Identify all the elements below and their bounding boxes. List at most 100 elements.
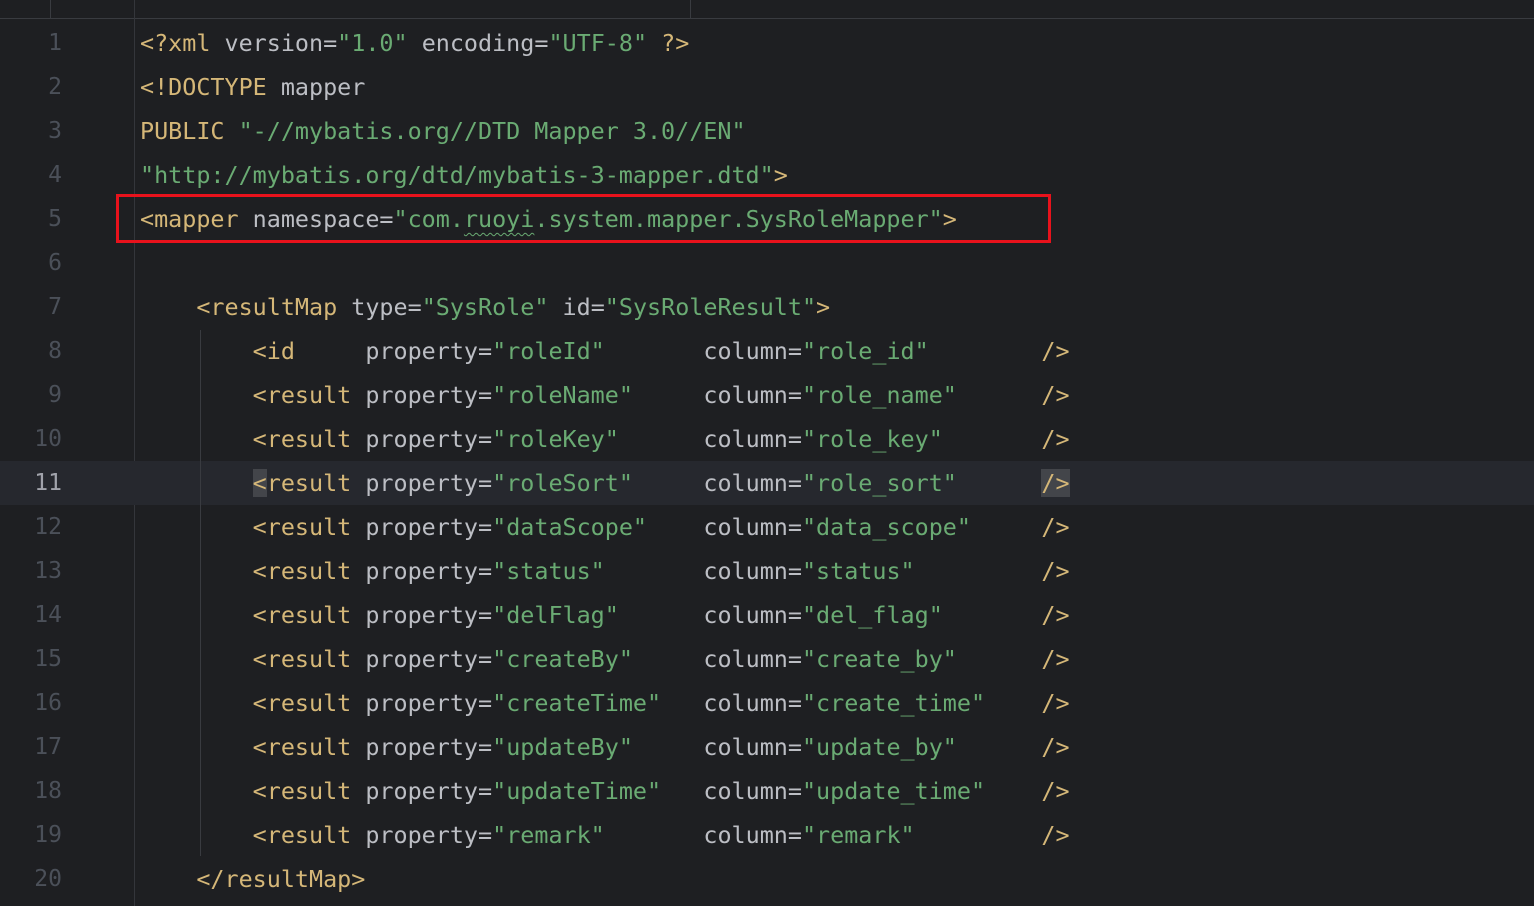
line-content[interactable]: <result property="updateTime" column="up…: [140, 769, 1070, 813]
token-val: "role_key": [801, 425, 1042, 453]
line-content[interactable]: <result property="createTime" column="cr…: [140, 681, 1070, 725]
token-val: "status": [492, 557, 704, 585]
code-line[interactable]: 16 <result property="createTime" column=…: [0, 681, 1534, 725]
line-content[interactable]: <!DOCTYPE mapper: [140, 65, 365, 109]
line-number[interactable]: 12: [0, 505, 62, 549]
line-number[interactable]: 16: [0, 681, 62, 725]
line-content[interactable]: <id property="roleId" column="role_id" /…: [140, 329, 1070, 373]
line-number[interactable]: 20: [0, 857, 62, 901]
code-line[interactable]: 17 <result property="updateBy" column="u…: [0, 725, 1534, 769]
line-number[interactable]: 7: [0, 285, 62, 329]
token-attr: version: [224, 29, 324, 57]
code-line[interactable]: 19 <result property="remark" column="rem…: [0, 813, 1534, 857]
token-txt: =: [787, 557, 802, 585]
token-tagh: <: [252, 469, 267, 497]
token-val: "data_scope": [801, 513, 1042, 541]
token-tag: <result: [252, 777, 366, 805]
code-line[interactable]: 9 <result property="roleName" column="ro…: [0, 373, 1534, 417]
line-number[interactable]: 17: [0, 725, 62, 769]
line-content[interactable]: <result property="delFlag" column="del_f…: [140, 593, 1070, 637]
line-content[interactable]: <resultMap type="SysRole" id="SysRoleRes…: [140, 285, 830, 329]
line-number[interactable]: 19: [0, 813, 62, 857]
code-line[interactable]: 12 <result property="dataScope" column="…: [0, 505, 1534, 549]
line-number[interactable]: 15: [0, 637, 62, 681]
line-content[interactable]: <result property="remark" column="remark…: [140, 813, 1070, 857]
token-tag: <!DOCTYPE: [140, 73, 281, 101]
line-number[interactable]: 3: [0, 109, 62, 153]
token-val: "SysRoleResult": [604, 293, 817, 321]
code-line[interactable]: 8 <id property="roleId" column="role_id"…: [0, 329, 1534, 373]
code-line[interactable]: 10 <result property="roleKey" column="ro…: [0, 417, 1534, 461]
line-content[interactable]: <result property="roleName" column="role…: [140, 373, 1070, 417]
code-line[interactable]: 1 <?xml version="1.0" encoding="UTF-8" ?>: [0, 21, 1534, 65]
token-tag: />: [1041, 733, 1070, 761]
line-content[interactable]: "http://mybatis.org/dtd/mybatis-3-mapper…: [140, 153, 788, 197]
token-txt: =: [478, 777, 493, 805]
token-val: "role_id": [801, 337, 1042, 365]
line-number[interactable]: 13: [0, 549, 62, 593]
line-number[interactable]: 2: [0, 65, 62, 109]
code-line[interactable]: 15 <result property="createBy" column="c…: [0, 637, 1534, 681]
code-line[interactable]: 3 PUBLIC "-//mybatis.org//DTD Mapper 3.0/…: [0, 109, 1534, 153]
code-line[interactable]: 13 <result property="status" column="sta…: [0, 549, 1534, 593]
line-content[interactable]: <result property="updateBy" column="upda…: [140, 725, 1070, 769]
token-attr: column: [703, 513, 788, 541]
token-val: .system.mapper.SysRoleMapper": [534, 205, 943, 233]
code-line[interactable]: 18 <result property="updateTime" column=…: [0, 769, 1534, 813]
line-content[interactable]: <result property="roleSort" column="role…: [140, 461, 1070, 505]
token-txt: =: [478, 513, 493, 541]
token-txt: =: [478, 557, 493, 585]
token-tag: <result: [252, 689, 366, 717]
code-line[interactable]: 7 <resultMap type="SysRole" id="SysRoleR…: [0, 285, 1534, 329]
line-content[interactable]: <?xml version="1.0" encoding="UTF-8" ?>: [140, 21, 689, 65]
token-val: "updateTime": [492, 777, 704, 805]
line-content[interactable]: <result property="status" column="status…: [140, 549, 1070, 593]
token-tag: >: [816, 293, 831, 321]
code-line[interactable]: 11 <result property="roleSort" column="r…: [0, 461, 1534, 505]
token-attr: namespace: [252, 205, 380, 233]
token-attr: id: [562, 293, 591, 321]
token-tag: <result: [252, 601, 366, 629]
token-tag: <id: [252, 337, 366, 365]
token-txt: =: [787, 469, 802, 497]
code-line[interactable]: 6: [0, 241, 1534, 285]
line-content[interactable]: <result property="createBy" column="crea…: [140, 637, 1070, 681]
line-number[interactable]: 8: [0, 329, 62, 373]
code-line[interactable]: 2 <!DOCTYPE mapper: [0, 65, 1534, 109]
line-content[interactable]: <result property="roleKey" column="role_…: [140, 417, 1070, 461]
line-number[interactable]: 11: [0, 461, 62, 505]
token-txt: =: [787, 777, 802, 805]
line-number[interactable]: 1: [0, 21, 62, 65]
line-content[interactable]: PUBLIC "-//mybatis.org//DTD Mapper 3.0//…: [140, 109, 746, 153]
line-number[interactable]: 9: [0, 373, 62, 417]
token-tag: <resultMap: [196, 293, 352, 321]
token-txt: =: [590, 293, 605, 321]
token-val: "del_flag": [801, 601, 1042, 629]
line-number[interactable]: 5: [0, 197, 62, 241]
token-txt: =: [787, 645, 802, 673]
line-number[interactable]: 4: [0, 153, 62, 197]
indent-guide: [200, 330, 201, 856]
line-content[interactable]: </resultMap>: [140, 857, 365, 901]
token-tag: />: [1041, 381, 1070, 409]
token-val: "create_time": [801, 689, 1042, 717]
code-line[interactable]: 20 </resultMap>: [0, 857, 1534, 901]
code-line[interactable]: 14 <result property="delFlag" column="de…: [0, 593, 1534, 637]
token-attr: column: [703, 821, 788, 849]
token-txt: =: [478, 645, 493, 673]
line-number[interactable]: 14: [0, 593, 62, 637]
code-line[interactable]: 5 <mapper namespace="com.ruoyi.system.map…: [0, 197, 1534, 241]
code-line[interactable]: 4 "http://mybatis.org/dtd/mybatis-3-mappe…: [0, 153, 1534, 197]
line-number[interactable]: 18: [0, 769, 62, 813]
line-number[interactable]: 10: [0, 417, 62, 461]
line-content[interactable]: <mapper namespace="com.ruoyi.system.mapp…: [140, 197, 957, 241]
line-content[interactable]: <result property="dataScope" column="dat…: [140, 505, 1070, 549]
token-txt: =: [323, 29, 338, 57]
token-txt: =: [478, 601, 493, 629]
token-tag: />: [1041, 513, 1070, 541]
line-number[interactable]: 6: [0, 241, 62, 285]
code-editor[interactable]: 1 <?xml version="1.0" encoding="UTF-8" ?>…: [0, 0, 1534, 906]
